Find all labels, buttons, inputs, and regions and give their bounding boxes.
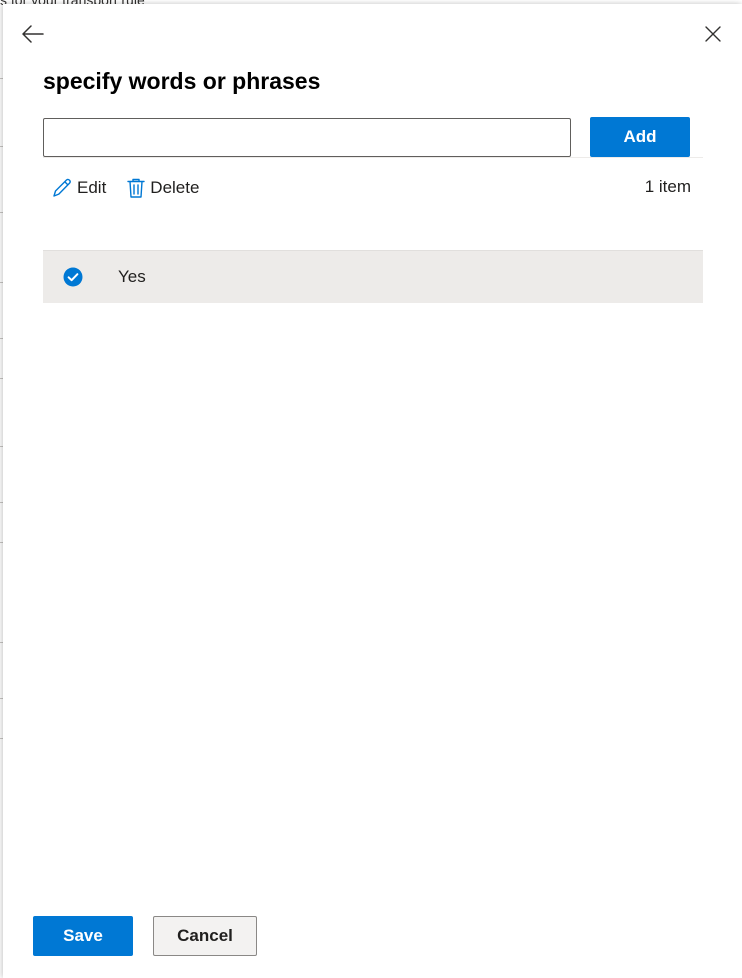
command-bar: Edit Delete: [51, 175, 199, 201]
list-item-text: Yes: [118, 267, 146, 286]
edit-button[interactable]: Edit: [51, 177, 106, 199]
save-button[interactable]: Save: [33, 916, 133, 956]
row-checkbox[interactable]: [63, 267, 83, 287]
checkmark-circle-icon: [63, 267, 83, 287]
panel-title: specify words or phrases: [43, 68, 321, 94]
toolbar-divider: [43, 157, 703, 158]
close-button[interactable]: [697, 18, 729, 50]
pencil-icon: [53, 178, 71, 197]
close-icon: [705, 26, 721, 42]
back-button[interactable]: [17, 18, 49, 50]
item-count: 1 item: [644, 177, 691, 196]
specify-words-panel: specify words or phrases Add Edit Delete…: [3, 4, 742, 978]
edit-label: Edit: [77, 178, 107, 197]
delete-label: Delete: [150, 178, 200, 197]
add-button[interactable]: Add: [590, 117, 690, 157]
arrow-left-icon: [22, 25, 44, 43]
trash-icon: [127, 178, 145, 198]
list-item[interactable]: Yes: [43, 250, 703, 303]
phrase-input[interactable]: [43, 118, 571, 157]
cancel-button[interactable]: Cancel: [153, 916, 257, 956]
delete-button[interactable]: Delete: [126, 177, 199, 199]
